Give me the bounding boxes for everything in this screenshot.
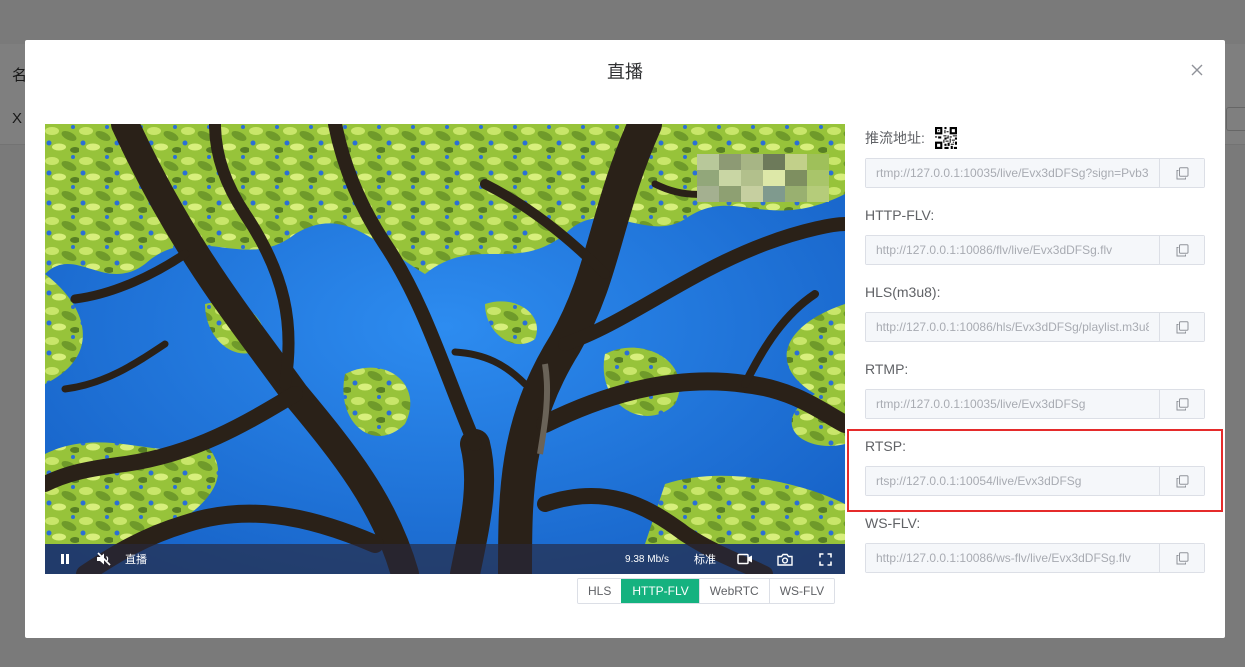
rtmp-url-field (865, 389, 1205, 419)
hls-url-group: HLS(m3u8): (865, 282, 1205, 342)
http-flv-url-group: HTTP-FLV: (865, 205, 1205, 265)
copy-icon[interactable] (1159, 467, 1204, 495)
http-flv-url-field (865, 235, 1205, 265)
tab-hls[interactable]: HLS (578, 579, 622, 603)
fullscreen-icon[interactable] (815, 544, 835, 574)
player-control-bar: 直播 9.38 Mb/s 标准 (45, 544, 845, 574)
rtsp-url-group: RTSP: (865, 436, 1205, 496)
hls-label: HLS(m3u8): (865, 284, 941, 300)
record-icon[interactable] (735, 544, 755, 574)
quality-selector[interactable]: 标准 (693, 544, 717, 574)
hls-url-field (865, 312, 1205, 342)
mute-icon[interactable] (93, 544, 115, 574)
rtsp-url-input[interactable] (866, 467, 1159, 495)
live-dialog: 直播 直播 9.38 Mb/s 标准 HLS HTTP-FLV WebRTC W… (25, 40, 1225, 638)
live-status-text: 直播 (125, 554, 147, 566)
screenshot-icon[interactable] (775, 544, 795, 574)
ws-flv-label: WS-FLV: (865, 515, 921, 531)
ws-flv-url-group: WS-FLV: (865, 513, 1205, 573)
qrcode-icon[interactable] (934, 127, 957, 149)
tab-ws-flv[interactable]: WS-FLV (768, 579, 835, 603)
rtmp-label: RTMP: (865, 361, 909, 377)
video-player[interactable]: 直播 9.38 Mb/s 标准 (45, 124, 845, 574)
push-url-label: 推流地址: (865, 130, 925, 146)
rtsp-url-field (865, 466, 1205, 496)
rtmp-url-input[interactable] (866, 390, 1159, 418)
tab-webrtc[interactable]: WebRTC (698, 579, 769, 603)
copy-icon[interactable] (1159, 159, 1204, 187)
copy-icon[interactable] (1159, 236, 1204, 264)
hls-url-input[interactable] (866, 313, 1159, 341)
push-url-input[interactable] (866, 159, 1159, 187)
push-url-field (865, 158, 1205, 188)
http-flv-label: HTTP-FLV: (865, 207, 935, 223)
dialog-title: 直播 (607, 62, 643, 82)
tab-http-flv[interactable]: HTTP-FLV (621, 579, 699, 603)
close-icon[interactable] (1189, 62, 1205, 78)
ws-flv-url-field (865, 543, 1205, 573)
ws-flv-url-input[interactable] (866, 544, 1159, 572)
copy-icon[interactable] (1159, 313, 1204, 341)
rtsp-label: RTSP: (865, 438, 906, 454)
copy-icon[interactable] (1159, 544, 1204, 572)
watermark-mosaic (697, 154, 829, 202)
copy-icon[interactable] (1159, 390, 1204, 418)
rtmp-url-group: RTMP: (865, 359, 1205, 419)
bitrate-text: 9.38 Mb/s (625, 553, 669, 565)
http-flv-url-input[interactable] (866, 236, 1159, 264)
pause-icon[interactable] (55, 544, 75, 574)
push-url-group: 推流地址: (865, 127, 1205, 188)
protocol-tabs: HLS HTTP-FLV WebRTC WS-FLV (577, 578, 836, 604)
